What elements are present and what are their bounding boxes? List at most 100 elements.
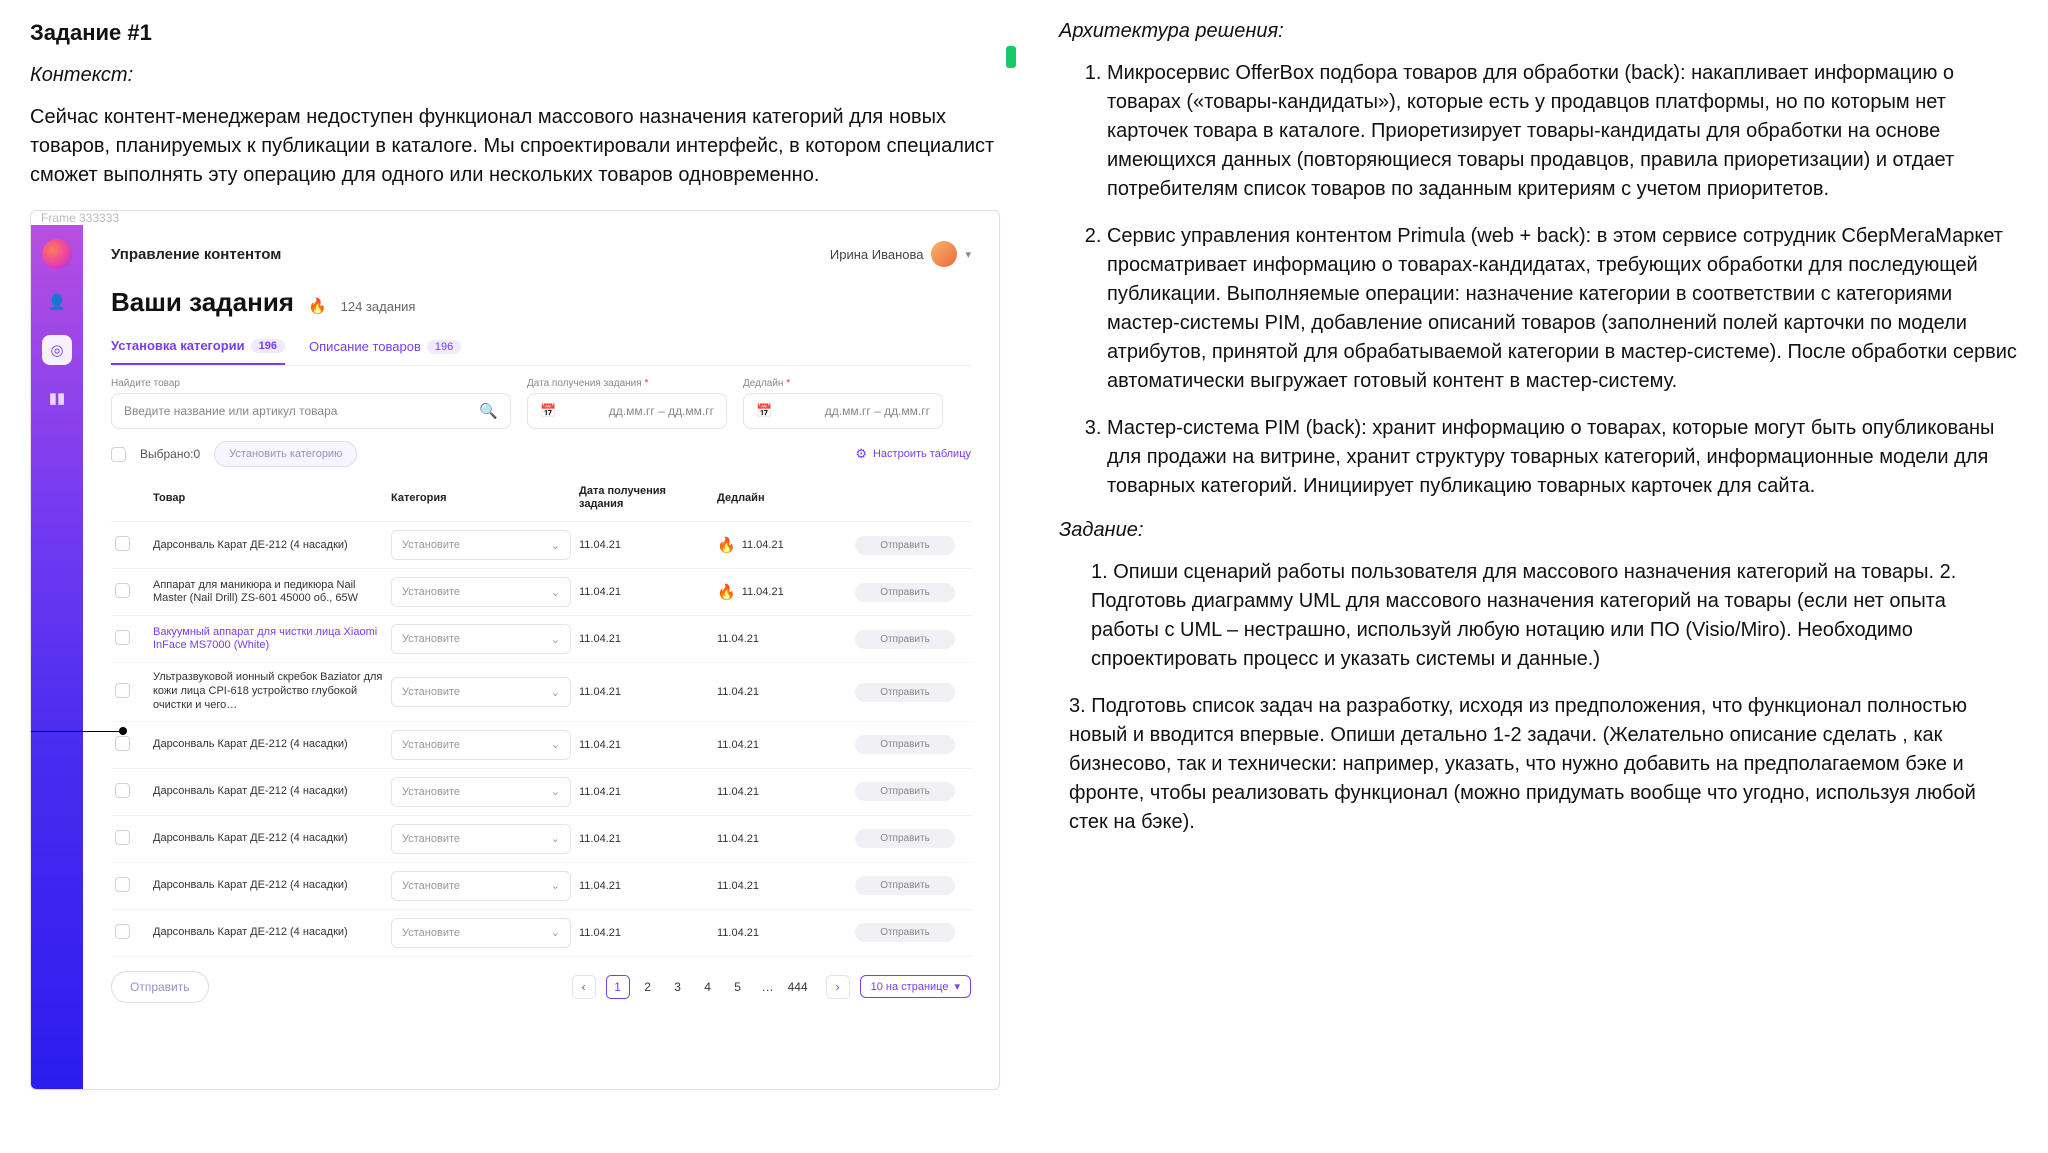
chevron-down-icon: ▾ [965,248,971,261]
product-name: Аппарат для маникюра и педикюра Nail Mas… [153,579,383,607]
row-checkbox[interactable] [115,783,130,798]
fire-icon: 🔥 [717,536,736,554]
row-checkbox[interactable] [115,736,130,751]
category-placeholder: Установите [402,927,460,939]
tab-descriptions[interactable]: Описание товаров196 [309,332,461,365]
ui-mock-screenshot: Frame 333333 👤 ◎ ▮▮ Управление контентом… [30,210,1000,1090]
product-name[interactable]: Вакуумный аппарат для чистки лица Xiaomi… [153,626,383,654]
table-row: Ультразвуковой ионный скребок Baziator д… [111,663,971,721]
assignment-text-2: 3. Подготовь список задач на разработку,… [1069,692,2018,837]
architecture-item: Микросервис OfferBox подбора товаров для… [1107,59,2018,204]
row-checkbox[interactable] [115,877,130,892]
prev-page-button[interactable]: ‹ [572,975,596,999]
table-settings-label: Настроить таблицу [873,448,971,460]
assignment-label: Задание: [1059,519,2018,542]
send-button[interactable]: Отправить [855,923,955,942]
tab-set-category[interactable]: Установка категории196 [111,332,285,365]
chevron-down-icon: ⌄ [551,738,560,751]
send-button[interactable]: Отправить [855,583,955,602]
table-settings-button[interactable]: ⚙ Настроить таблицу [855,446,971,462]
deadline-date: 11.04.21 [717,786,847,798]
date-received-input[interactable]: 📅 дд.мм.гг – дд.мм.гг [527,393,727,429]
user-menu[interactable]: Ирина Иванова ▾ [830,241,971,267]
per-page-select[interactable]: 10 на странице ▾ [860,975,971,998]
set-category-button[interactable]: Установить категорию [214,441,357,467]
deadline-date: 11.04.21 [717,686,847,698]
category-select[interactable]: Установите⌄ [391,530,571,560]
row-checkbox[interactable] [115,924,130,939]
table-row: Вакуумный аппарат для чистки лица Xiaomi… [111,616,971,663]
section-title: Управление контентом [111,246,281,263]
select-all-checkbox[interactable] [111,447,126,462]
th-product: Товар [153,492,383,504]
chevron-down-icon: ⌄ [551,539,560,552]
page-button[interactable]: 1 [606,975,630,999]
date-placeholder: дд.мм.гг – дд.мм.гг [825,404,930,418]
submit-button[interactable]: Отправить [111,971,209,1003]
received-date: 11.04.21 [579,880,709,892]
category-select[interactable]: Установите ⌄ [391,677,571,707]
category-select[interactable]: Установите⌄ [391,824,571,854]
send-button[interactable]: Отправить [855,630,955,649]
row-checkbox[interactable] [115,683,130,698]
pointer-dot [119,727,127,735]
page-button[interactable]: 444 [786,975,810,999]
received-date: 11.04.21 [579,586,709,598]
chevron-down-icon: ⌄ [551,686,560,699]
send-button[interactable]: Отправить [855,536,955,555]
context-text: Сейчас контент-менеджерам недоступен фун… [30,103,1019,190]
send-button[interactable]: Отправить [855,829,955,848]
table-row: Дарсонваль Карат ДЕ-212 (4 насадки)Устан… [111,722,971,769]
frame-label: Frame 333333 [41,211,119,225]
received-date: 11.04.21 [579,686,709,698]
user-name: Ирина Иванова [830,247,924,262]
category-select[interactable]: Установите⌄ [391,918,571,948]
send-button[interactable]: Отправить [855,782,955,801]
task-count: 124 задания [341,299,416,314]
category-placeholder: Установите [402,633,460,645]
analytics-icon[interactable]: ▮▮ [42,383,72,413]
page-button[interactable]: 3 [666,975,690,999]
task-title: Задание #1 [30,20,1019,46]
table-row: Дарсонваль Карат ДЕ-212 (4 насадки)Устан… [111,522,971,569]
users-icon[interactable]: 👤 [42,287,72,317]
fire-icon: 🔥 [308,297,327,315]
received-date: 11.04.21 [579,927,709,939]
category-placeholder: Установите [402,686,460,698]
search-input[interactable]: Введите название или артикул товара 🔍 [111,393,511,429]
product-name: Ультразвуковой ионный скребок Baziator д… [153,671,383,712]
send-button[interactable]: Отправить [855,876,955,895]
app-logo-icon[interactable] [42,239,72,269]
table-row: Дарсонваль Карат ДЕ-212 (4 насадки) Устан… [111,816,971,863]
page-button[interactable]: 2 [636,975,660,999]
deadline-date: 11.04.21 [717,633,847,645]
category-select[interactable]: Установите⌄ [391,730,571,760]
chevron-down-icon: ▾ [954,980,960,993]
category-select[interactable]: Установите⌄ [391,624,571,654]
tasks-icon[interactable]: ◎ [42,335,72,365]
send-button[interactable]: Отправить [855,683,955,702]
deadline-date: 11.04.21 [717,927,847,939]
row-checkbox[interactable] [115,536,130,551]
send-button[interactable]: Отправить [855,735,955,754]
deadline-label: Дедлайн * [743,378,943,389]
received-date: 11.04.21 [579,539,709,551]
product-name: Дарсонваль Карат ДЕ-212 (4 насадки) [153,832,383,846]
row-checkbox[interactable] [115,830,130,845]
row-checkbox[interactable] [115,583,130,598]
product-name: Дарсонваль Карат ДЕ-212 (4 насадки) [153,926,383,940]
next-page-button[interactable]: › [826,975,850,999]
th-received: Дата получения задания [579,485,709,511]
page-button[interactable]: 4 [696,975,720,999]
page-button[interactable]: 5 [726,975,750,999]
category-select[interactable]: Установите⌄ [391,777,571,807]
row-checkbox[interactable] [115,630,130,645]
deadline-input[interactable]: 📅 дд.мм.гг – дд.мм.гг [743,393,943,429]
tab-label: Установка категории [111,338,245,353]
text-cursor-indicator [1006,46,1016,68]
category-select[interactable]: Установите⌄ [391,871,571,901]
pagination: ‹ 12345…444 › 10 на странице ▾ [572,975,971,999]
architecture-list: Микросервис OfferBox подбора товаров для… [1107,59,2018,501]
calendar-icon: 📅 [756,403,772,419]
category-select[interactable]: Установите⌄ [391,577,571,607]
